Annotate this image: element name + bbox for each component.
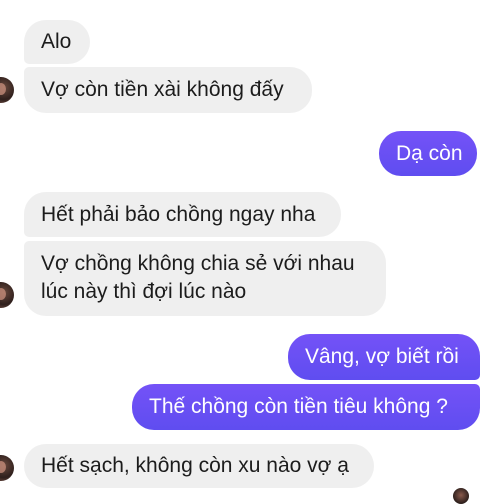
message-bubble-outgoing[interactable]: Dạ còn xyxy=(379,131,477,176)
message-bubble-incoming[interactable]: Hết sạch, không còn xu nào vợ ạ xyxy=(24,444,374,488)
contact-avatar[interactable] xyxy=(0,455,14,481)
message-text: Vâng, vợ biết rồi xyxy=(305,345,459,368)
message-text-line: Vợ chồng không chia sẻ với nhau xyxy=(41,252,355,275)
message-bubble-incoming[interactable]: Vợ còn tiền xài không đấy xyxy=(24,67,312,113)
message-bubble-outgoing[interactable]: Thế chồng còn tiền tiêu không ? xyxy=(132,384,480,430)
message-text: Hết sạch, không còn xu nào vợ ạ xyxy=(41,454,349,477)
message-bubble-outgoing[interactable]: Vâng, vợ biết rồi xyxy=(288,334,480,380)
message-bubble-incoming[interactable]: Vợ chồng không chia sẻ với nhau lúc này … xyxy=(24,241,386,316)
seen-receipt-avatar xyxy=(453,488,469,504)
message-text: Hết phải bảo chồng ngay nha xyxy=(41,203,316,226)
message-text: Vợ còn tiền xài không đấy xyxy=(41,78,284,101)
contact-avatar[interactable] xyxy=(0,77,14,103)
message-text: Thế chồng còn tiền tiêu không ? xyxy=(149,395,448,418)
message-text-line: lúc này thì đợi lúc nào xyxy=(41,280,247,303)
contact-avatar[interactable] xyxy=(0,282,14,308)
message-text: Dạ còn xyxy=(396,142,463,165)
message-bubble-incoming[interactable]: Hết phải bảo chồng ngay nha xyxy=(24,192,341,237)
message-bubble-incoming[interactable]: Alo xyxy=(24,20,90,64)
chat-thread: Alo Vợ còn tiền xài không đấy Dạ còn Hết… xyxy=(0,0,490,504)
message-text: Alo xyxy=(41,30,72,53)
